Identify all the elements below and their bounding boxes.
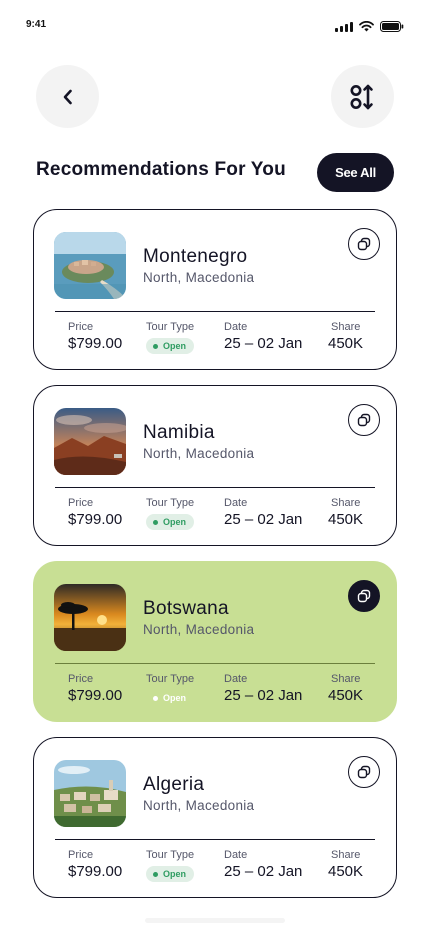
- share-value: 450K: [328, 863, 364, 880]
- status-time: 9:41: [26, 19, 47, 30]
- tour-type-badge: Open: [146, 690, 194, 706]
- tour-image-botswana: [54, 584, 126, 651]
- see-all-button[interactable]: See All: [317, 153, 394, 192]
- tour-type-value: Open: [163, 693, 187, 703]
- tour-image-algeria: [54, 760, 126, 827]
- status-bar: 9:41: [0, 0, 430, 50]
- tour-type-label: Tour Type: [146, 497, 195, 509]
- tour-type-value: Open: [163, 517, 187, 527]
- price-label: Price: [68, 849, 94, 861]
- tour-name: Botswana: [143, 598, 229, 619]
- price-label: Price: [68, 321, 94, 333]
- share-label: Share: [331, 849, 361, 861]
- date-label: Date: [224, 321, 248, 333]
- card-divider: [55, 839, 375, 840]
- tour-card-botswana[interactable]: Botswana North, Macedonia Price $799.00 …: [33, 561, 397, 722]
- status-dot-icon: [153, 343, 158, 349]
- price-value: $799.00: [68, 511, 123, 528]
- share-value: 450K: [328, 687, 364, 704]
- share-label: Share: [331, 497, 361, 509]
- share-value: 450K: [328, 335, 364, 352]
- date-value: 25 – 02 Jan: [224, 687, 303, 704]
- copy-button[interactable]: [348, 228, 380, 260]
- price-label: Price: [68, 497, 94, 509]
- sort-order-icon: [350, 84, 373, 109]
- share-label: Share: [331, 673, 361, 685]
- tour-location: North, Macedonia: [143, 270, 255, 285]
- price-value: $799.00: [68, 335, 123, 352]
- price-value: $799.00: [68, 863, 123, 880]
- copy-icon: [357, 413, 371, 427]
- price-value: $799.00: [68, 687, 123, 704]
- tour-image-namibia: [54, 408, 126, 475]
- copy-button[interactable]: [348, 404, 380, 436]
- card-divider: [55, 663, 375, 664]
- wifi-icon: [359, 21, 374, 32]
- date-value: 25 – 02 Jan: [224, 511, 303, 528]
- tour-type-badge: Open: [146, 338, 195, 354]
- copy-button[interactable]: [348, 580, 380, 612]
- copy-button[interactable]: [348, 756, 380, 788]
- date-label: Date: [224, 849, 248, 861]
- date-label: Date: [224, 673, 248, 685]
- date-value: 25 – 02 Jan: [224, 335, 303, 352]
- price-label: Price: [68, 673, 94, 685]
- tour-type-value: Open: [163, 869, 187, 879]
- tour-type-label: Tour Type: [146, 321, 195, 333]
- tour-location: North, Macedonia: [143, 622, 255, 637]
- back-button[interactable]: [36, 65, 99, 128]
- tour-name: Montenegro: [143, 246, 248, 267]
- chevron-left-icon: [63, 89, 72, 104]
- home-indicator: [145, 918, 285, 923]
- tour-name: Namibia: [143, 422, 215, 443]
- tour-card-namibia[interactable]: Namibia North, Macedonia Price $799.00 T…: [33, 385, 397, 546]
- tour-card-algeria[interactable]: Algeria North, Macedonia Price $799.00 T…: [33, 737, 397, 898]
- tour-type-label: Tour Type: [146, 673, 195, 685]
- sort-button[interactable]: [331, 65, 394, 128]
- tour-name: Algeria: [143, 774, 205, 795]
- status-dot-icon: [153, 871, 158, 877]
- tour-type-value: Open: [163, 341, 187, 351]
- date-value: 25 – 02 Jan: [224, 863, 303, 880]
- status-icons: [335, 21, 404, 32]
- card-divider: [55, 311, 375, 312]
- signal-icon: [335, 21, 353, 32]
- battery-icon: [380, 21, 404, 32]
- tour-type-badge: Open: [146, 866, 195, 882]
- section-title: Recommendations For You: [36, 159, 286, 180]
- tour-card-montenegro[interactable]: Montenegro North, Macedonia Price $799.0…: [33, 209, 397, 370]
- share-label: Share: [331, 321, 361, 333]
- copy-icon: [357, 237, 371, 251]
- card-divider: [55, 487, 375, 488]
- tour-location: North, Macedonia: [143, 446, 255, 461]
- status-dot-icon: [153, 519, 158, 525]
- tour-image-montenegro: [54, 232, 126, 299]
- tour-location: North, Macedonia: [143, 798, 255, 813]
- tour-type-badge: Open: [146, 514, 195, 530]
- date-label: Date: [224, 497, 248, 509]
- share-value: 450K: [328, 511, 364, 528]
- tour-type-label: Tour Type: [146, 849, 195, 861]
- copy-icon: [357, 589, 371, 603]
- status-dot-icon: [153, 695, 158, 701]
- copy-icon: [357, 765, 371, 779]
